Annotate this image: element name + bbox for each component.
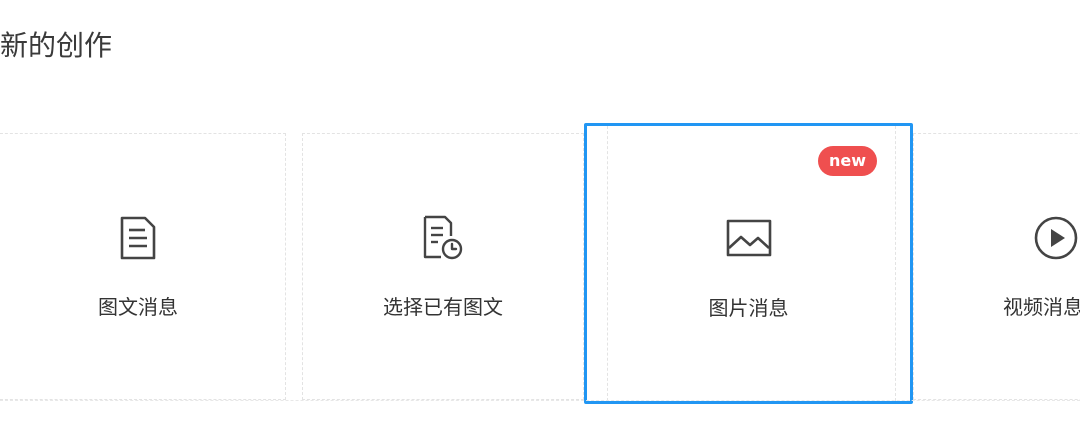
card-label: 视频消息	[1003, 295, 1080, 319]
image-icon	[721, 210, 777, 266]
card-label: 图片消息	[708, 296, 789, 320]
card-label: 选择已有图文	[383, 295, 503, 319]
new-badge: new	[817, 146, 877, 176]
divider	[0, 400, 1080, 401]
play-circle-icon	[1028, 210, 1080, 266]
document-icon	[110, 210, 166, 266]
card-video-message[interactable]: 视频消息	[913, 133, 1080, 400]
new-creation-panel: 新的创作 图文消息 选择已有图文 new 图片消息 视频消息	[0, 0, 1080, 434]
card-image-text-message[interactable]: 图文消息	[0, 133, 286, 400]
card-image-message[interactable]: new 图片消息	[584, 123, 913, 404]
card-inner-divider	[895, 126, 896, 401]
card-inner-divider	[607, 126, 608, 401]
section-title: 新的创作	[0, 29, 113, 62]
document-clock-icon	[415, 210, 471, 266]
card-select-existing[interactable]: 选择已有图文	[302, 133, 584, 400]
card-label: 图文消息	[98, 295, 178, 319]
